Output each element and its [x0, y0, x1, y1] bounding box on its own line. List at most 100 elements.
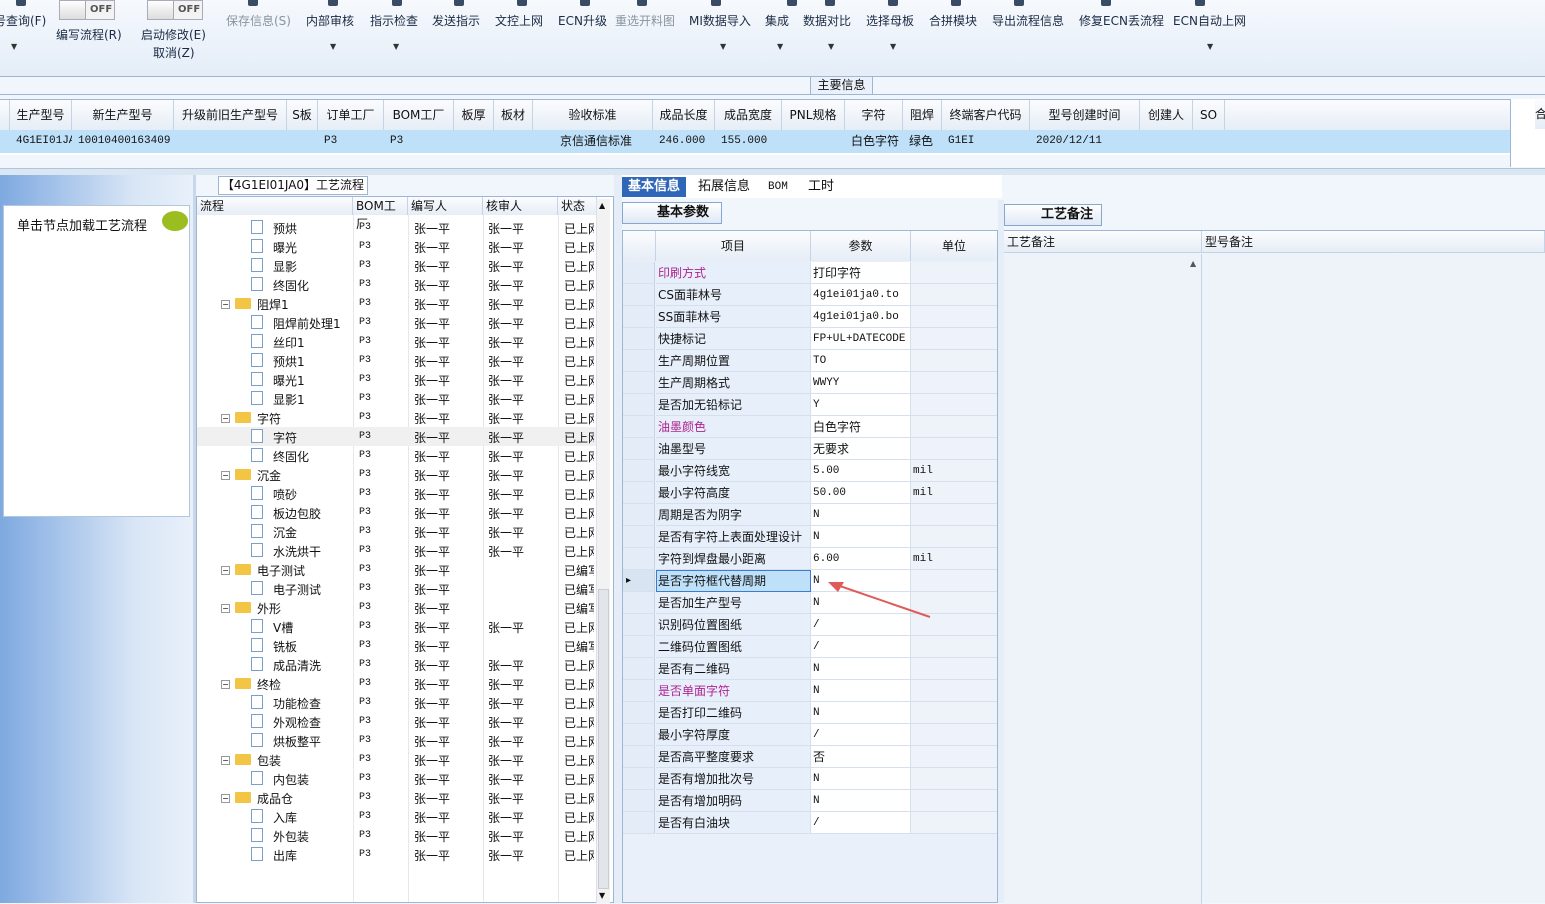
flow-tree-row[interactable]: − 包装 P3 张一平 张一平 已上网 [197, 750, 597, 769]
toolbar-button-15[interactable]: 合拼模块 [929, 12, 977, 29]
row-selector[interactable] [623, 460, 655, 482]
param-value-cell[interactable]: N [811, 680, 911, 702]
grid-cell-5[interactable]: P3 [384, 130, 454, 153]
flow-tree-row[interactable]: − 外形 P3 张一平 已编写 [197, 598, 597, 617]
params-row[interactable]: 识别码位置图纸 / [623, 614, 997, 636]
flow-scrollbar[interactable]: ▲ ▼ [596, 199, 610, 903]
toolbar-button-17[interactable]: 修复ECN丢流程 [1079, 12, 1164, 29]
grid-header-10[interactable]: 成品宽度 [715, 100, 782, 130]
param-value-cell[interactable]: Y [811, 394, 911, 416]
grid-header-16[interactable]: 创建人 [1140, 100, 1193, 130]
params-header-item[interactable]: 项目 [656, 231, 811, 261]
row-selector[interactable] [623, 526, 655, 548]
flow-tree-row[interactable]: 预烘 P3 张一平 张一平 已上网 [197, 218, 597, 237]
flow-tree-row[interactable]: 阻焊前处理1 P3 张一平 张一平 已上网 [197, 313, 597, 332]
flow-tree-row[interactable]: − 阻焊1 P3 张一平 张一平 已上网 [197, 294, 597, 313]
toolbar-button-1[interactable]: 编写流程(R) [56, 26, 122, 43]
toolbar-button-6[interactable]: 指示检查 [370, 12, 418, 29]
params-row[interactable]: 最小字符线宽 5.00 mil [623, 460, 997, 482]
flow-tree-row[interactable]: 板边包胶 P3 张一平 张一平 已上网 [197, 503, 597, 522]
flow-tree-row[interactable]: V槽 P3 张一平 张一平 已上网 [197, 617, 597, 636]
tab-0[interactable]: 基本信息 [622, 177, 687, 197]
flow-tree-row[interactable]: 预烘1 P3 张一平 张一平 已上网 [197, 351, 597, 370]
tab-2[interactable]: BOM [762, 177, 794, 197]
params-row[interactable]: SS面菲林号 4g1ei01ja0.bo [623, 306, 997, 328]
grid-cell-1[interactable]: 10010400163409 [72, 130, 174, 153]
row-selector[interactable] [623, 768, 655, 790]
flow-tree-row[interactable]: 显影 P3 张一平 张一平 已上网 [197, 256, 597, 275]
dropdown-arrow-icon[interactable]: ▼ [11, 42, 17, 51]
row-selector[interactable] [623, 394, 655, 416]
flow-tree-row[interactable]: − 沉金 P3 张一平 张一平 已上网 [197, 465, 597, 484]
row-selector[interactable] [623, 482, 655, 504]
params-row[interactable]: 油墨颜色 白色字符 [623, 416, 997, 438]
flow-tree-row[interactable]: − 字符 P3 张一平 张一平 已上网 [197, 408, 597, 427]
params-row[interactable]: 二维码位置图纸 / [623, 636, 997, 658]
flow-tree-row[interactable]: 曝光 P3 张一平 张一平 已上网 [197, 237, 597, 256]
dropdown-arrow-icon[interactable]: ▼ [828, 42, 834, 51]
grid-cell-17[interactable] [1193, 130, 1225, 153]
grid-cell-8[interactable]: 京信通信标准 [533, 130, 653, 153]
row-selector[interactable] [623, 636, 655, 658]
process-notes-tab[interactable]: 工艺备注 [1004, 204, 1102, 226]
toolbar-button-4[interactable]: 保存信息(S) [226, 12, 291, 29]
grid-header-11[interactable]: PNL规格 [782, 100, 845, 130]
collapse-icon[interactable]: − [221, 471, 230, 480]
row-selector[interactable] [623, 724, 655, 746]
grid-cell-4[interactable]: P3 [318, 130, 384, 153]
param-value-cell[interactable]: 4g1ei01ja0.to [811, 284, 911, 306]
grid-cell-11[interactable] [782, 130, 845, 153]
toolbar-button-3[interactable]: 取消(Z) [153, 44, 195, 61]
flow-tree-row[interactable]: 终固化 P3 张一平 张一平 已上网 [197, 275, 597, 294]
flow-tree-row[interactable]: 电子测试 P3 张一平 已编写 [197, 579, 597, 598]
flow-tree-row[interactable]: 外观检查 P3 张一平 张一平 已上网 [197, 712, 597, 731]
params-header-unit[interactable]: 单位 [911, 231, 997, 261]
params-row[interactable]: 印刷方式 打印字符 [623, 262, 997, 284]
params-row[interactable]: 是否有二维码 N [623, 658, 997, 680]
grid-header-15[interactable]: 型号创建时间 [1030, 100, 1140, 130]
grid-cell-7[interactable] [494, 130, 533, 153]
params-row[interactable]: 是否有白油块 / [623, 812, 997, 834]
row-selector[interactable] [623, 328, 655, 350]
params-row[interactable]: 最小字符高度 50.00 mil [623, 482, 997, 504]
flow-tree-row[interactable]: 内包装 P3 张一平 张一平 已上网 [197, 769, 597, 788]
row-selector[interactable] [623, 372, 655, 394]
horizontal-splitter[interactable] [0, 168, 1545, 175]
param-value-cell[interactable]: 打印字符 [811, 262, 911, 284]
toggle-switch[interactable]: OFF [147, 0, 203, 20]
param-value-cell[interactable]: 否 [811, 746, 911, 768]
param-value-cell[interactable]: / [811, 724, 911, 746]
flow-tree-row[interactable]: 外包装 P3 张一平 张一平 已上网 [197, 826, 597, 845]
flow-tree-row[interactable]: 丝印1 P3 张一平 张一平 已上网 [197, 332, 597, 351]
flow-tree-row[interactable]: − 终检 P3 张一平 张一平 已上网 [197, 674, 597, 693]
grid-cell-3[interactable] [287, 130, 318, 153]
params-row[interactable]: 最小字符厚度 / [623, 724, 997, 746]
param-value-cell[interactable]: N [811, 526, 911, 548]
grid-cell-13[interactable]: 绿色 [903, 130, 942, 153]
process-notes-area[interactable] [1004, 254, 1202, 904]
grid-header-17[interactable]: SO [1193, 100, 1225, 130]
grid-header-5[interactable]: BOM工厂 [384, 100, 454, 130]
param-value-cell[interactable]: N [811, 790, 911, 812]
grid-header-14[interactable]: 终端客户代码 [942, 100, 1030, 130]
param-value-cell[interactable]: N [811, 702, 911, 724]
grid-header-8[interactable]: 验收标准 [533, 100, 653, 130]
param-value-cell[interactable]: 5.00 [811, 460, 911, 482]
param-value-cell[interactable]: N [811, 504, 911, 526]
collapse-icon[interactable]: − [221, 756, 230, 765]
flow-tree-row[interactable]: 字符 P3 张一平 张一平 已上网 [197, 427, 597, 446]
dropdown-arrow-icon[interactable]: ▼ [393, 42, 399, 51]
dropdown-arrow-icon[interactable]: ▼ [1207, 42, 1213, 51]
param-value-cell[interactable]: TO [811, 350, 911, 372]
params-row[interactable]: ▸ 是否字符框代替周期 N [623, 570, 997, 592]
row-selector[interactable] [623, 614, 655, 636]
center-splitter[interactable] [614, 175, 622, 903]
grid-cell-0[interactable]: 4G1EI01JA0 [10, 130, 82, 153]
flow-tree-row[interactable]: 显影1 P3 张一平 张一平 已上网 [197, 389, 597, 408]
collapse-icon[interactable]: − [221, 414, 230, 423]
row-selector[interactable] [623, 548, 655, 570]
grid-cell-14[interactable]: G1EI [942, 130, 1030, 153]
param-value-cell[interactable]: / [811, 812, 911, 834]
collapse-icon[interactable]: − [221, 680, 230, 689]
row-selector[interactable] [623, 592, 655, 614]
